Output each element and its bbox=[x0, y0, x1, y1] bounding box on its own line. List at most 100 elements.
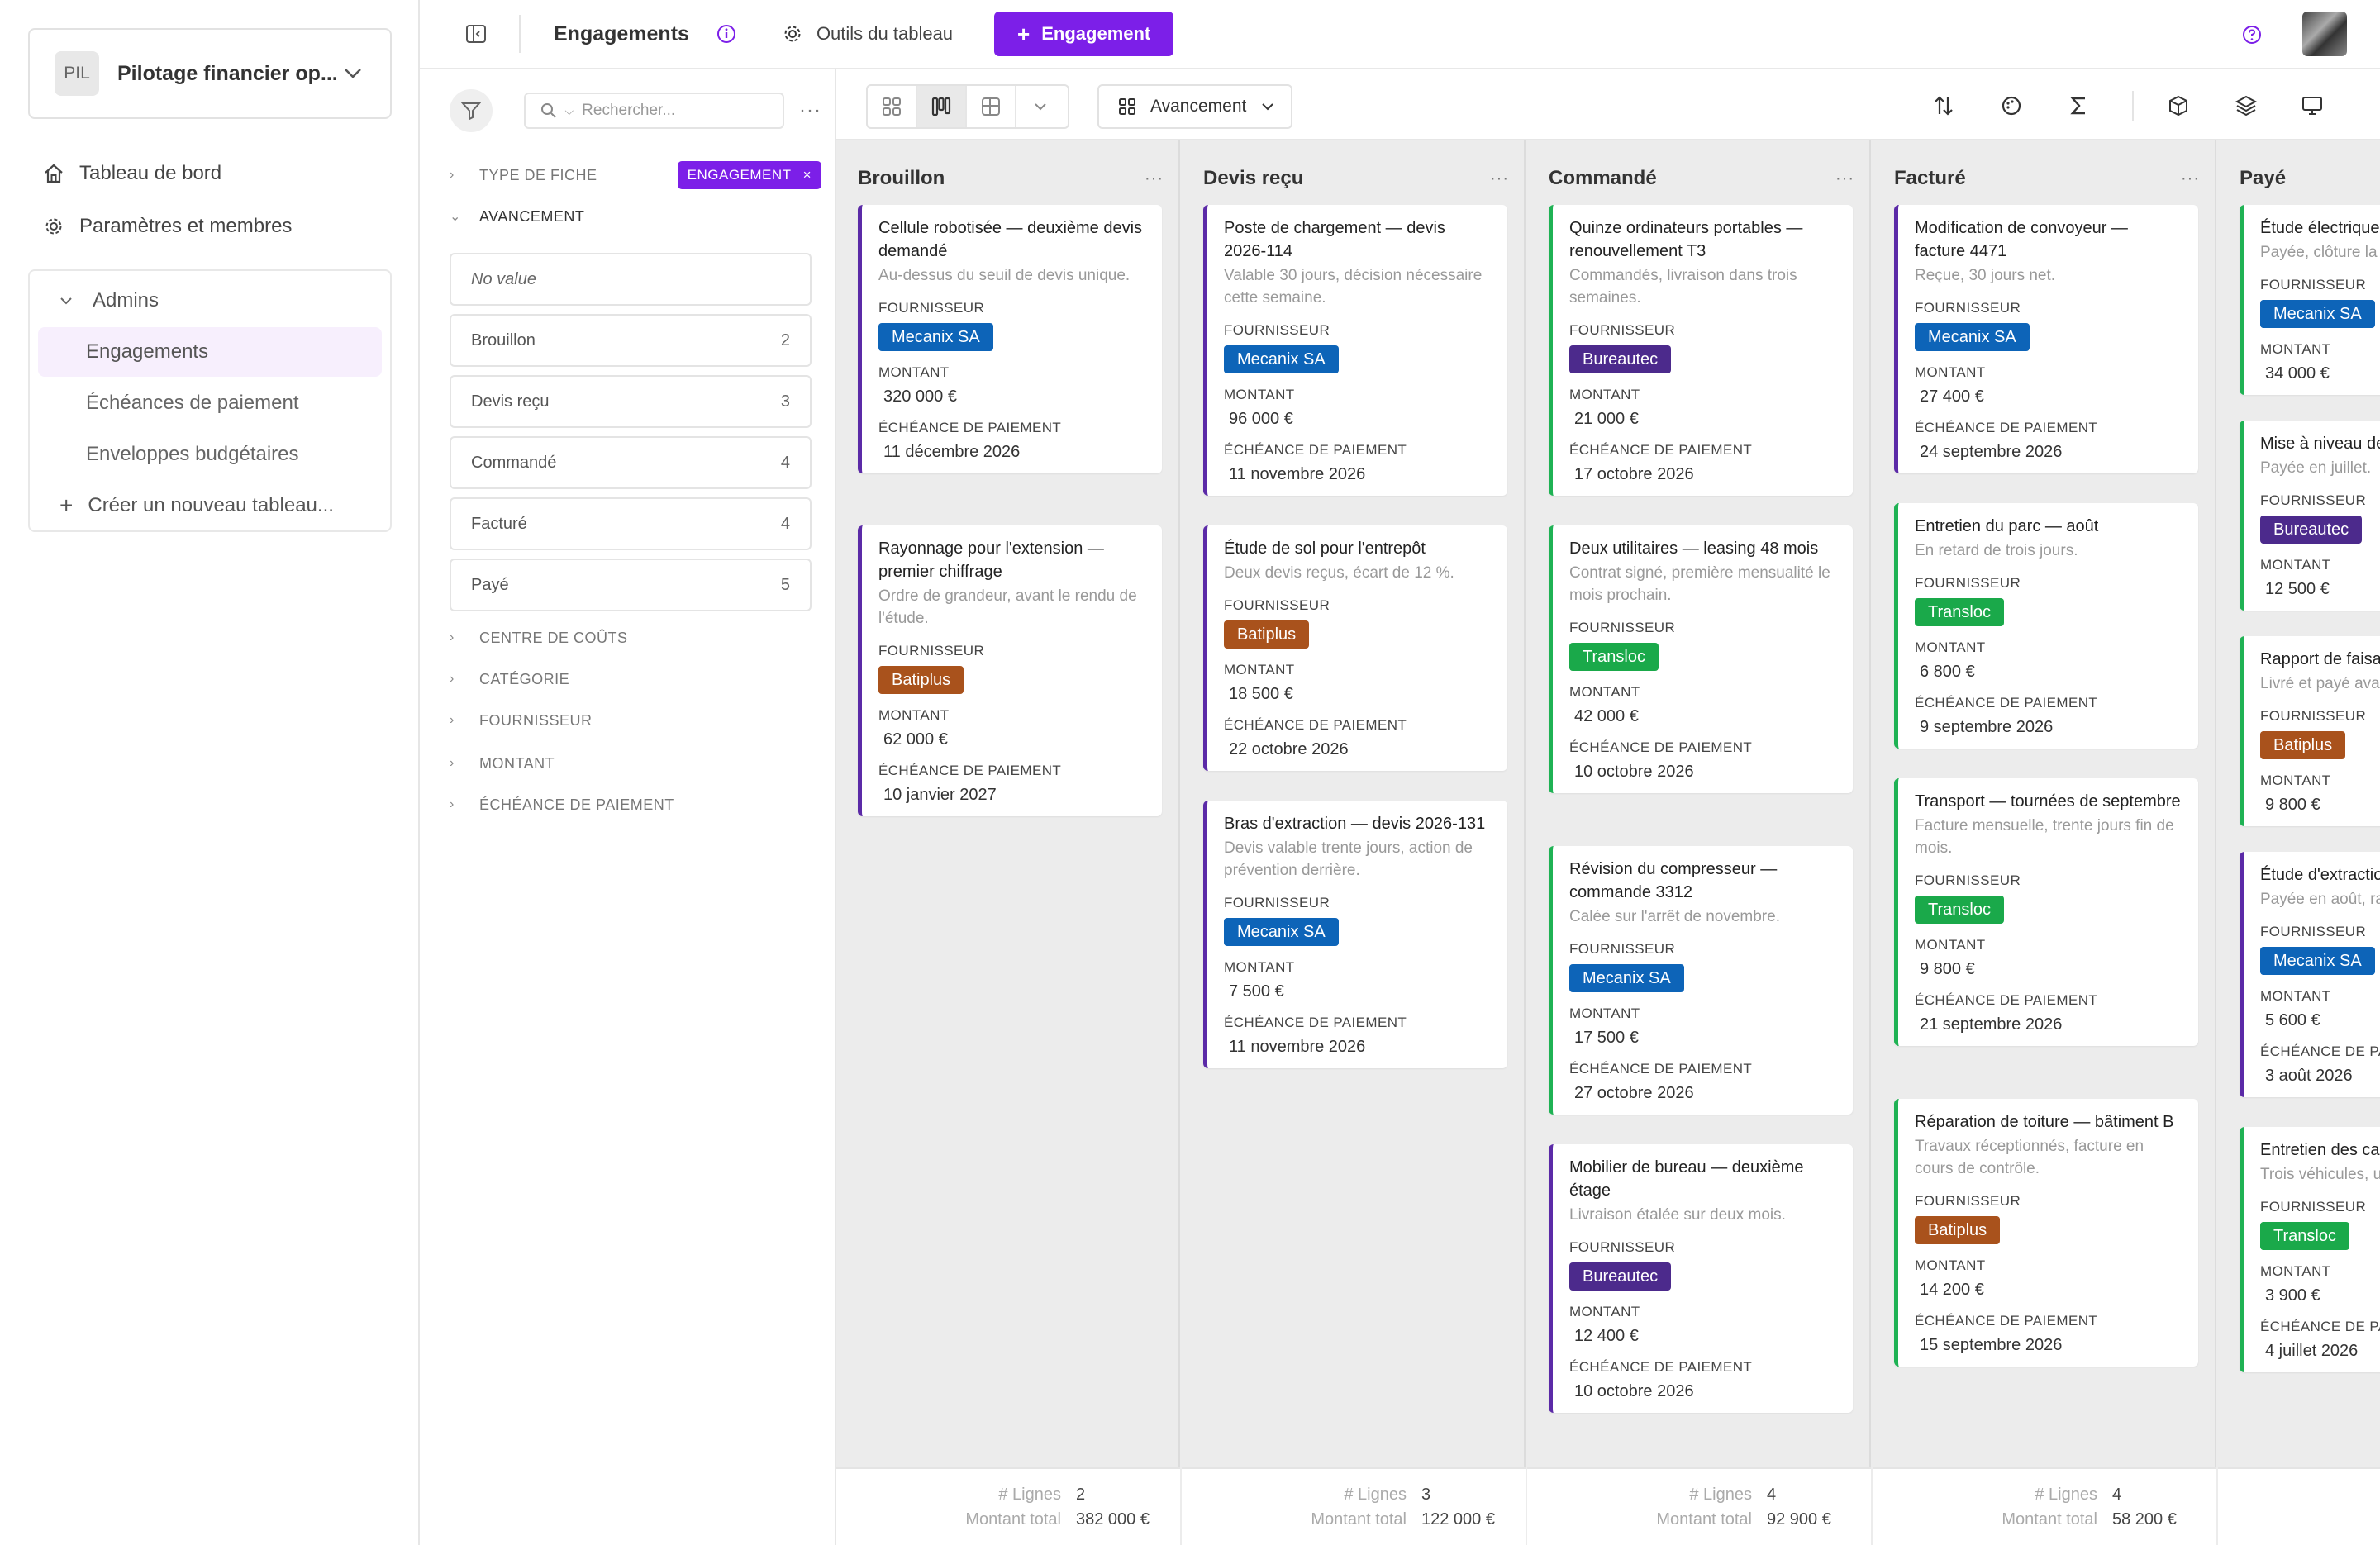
engagement-card[interactable]: Deux utilitaires — leasing 48 mois Contra… bbox=[1549, 525, 1853, 793]
engagement-card[interactable]: Quinze ordinateurs portables — renouvell… bbox=[1549, 205, 1853, 496]
filter-button[interactable] bbox=[450, 89, 493, 132]
divider bbox=[519, 15, 521, 53]
help-icon[interactable] bbox=[2240, 22, 2264, 47]
filter-option-facture[interactable]: Facturé 4 bbox=[450, 497, 812, 550]
table-view-button[interactable] bbox=[967, 86, 1016, 127]
filter-section-centre[interactable]: › CENTRE DE COÛTS bbox=[450, 621, 821, 654]
board-tools-button[interactable]: Outils du tableau bbox=[782, 23, 953, 45]
filter-section-avancement[interactable]: ⌄ AVANCEMENT bbox=[450, 200, 821, 233]
filter-section-type[interactable]: › TYPE DE FICHE ENGAGEMENT × bbox=[450, 159, 821, 192]
field-label: MONTANT bbox=[1915, 639, 1986, 655]
field-label: MONTANT bbox=[1915, 364, 1986, 380]
due-date-value: 10 octobre 2026 bbox=[1574, 763, 1694, 781]
card-description: Au-dessus du seuil de devis unique. bbox=[878, 267, 1130, 284]
engagement-card[interactable]: Cellule robotisée — deuxième devis deman… bbox=[858, 205, 1162, 473]
sidebar-item-dashboard[interactable]: Tableau de bord bbox=[28, 147, 392, 200]
more-options-icon[interactable]: ··· bbox=[1490, 169, 1509, 188]
chip-label: ENGAGEMENT bbox=[687, 167, 792, 183]
amount-value: 9 800 € bbox=[1920, 960, 1975, 978]
sidebar-item-settings[interactable]: Paramètres et membres bbox=[28, 200, 392, 253]
user-avatar[interactable] bbox=[2302, 12, 2347, 56]
filter-option-devis-recu[interactable]: Devis reçu 3 bbox=[450, 375, 812, 428]
engagement-card[interactable]: Bras d'extraction — devis 2026-131 Devis … bbox=[1203, 801, 1507, 1068]
kanban-view-button[interactable] bbox=[917, 86, 967, 127]
engagement-card[interactable]: Mise à niveau de Payée en juillet. FOURNIS… bbox=[2240, 421, 2380, 611]
more-options-icon[interactable]: ··· bbox=[1145, 169, 1164, 188]
home-icon bbox=[41, 161, 66, 186]
amount-value: 9 800 € bbox=[2265, 796, 2320, 814]
supplier-badge: Mecanix SA bbox=[1569, 964, 1684, 992]
view-options-dropdown[interactable] bbox=[1016, 86, 1064, 127]
layers-icon[interactable] bbox=[2231, 91, 2261, 121]
amount-value: 6 800 € bbox=[1920, 663, 1975, 681]
type-filter-chip[interactable]: ENGAGEMENT × bbox=[677, 161, 821, 189]
engagement-card[interactable]: Étude d'extractio Payée en août, ra FOURNI… bbox=[2240, 852, 2380, 1097]
create-board-button[interactable]: + Créer un nouveau tableau... bbox=[38, 481, 382, 530]
search-placeholder: Rechercher... bbox=[582, 102, 676, 119]
engagement-card[interactable]: Entretien des ca premier semestr Trois vé… bbox=[2240, 1127, 2380, 1372]
more-options-icon[interactable]: ··· bbox=[799, 99, 821, 122]
sidebar-item-engagements[interactable]: Engagements bbox=[38, 327, 382, 377]
sidebar-toggle-button[interactable] bbox=[451, 9, 501, 59]
cube-icon[interactable] bbox=[2163, 91, 2193, 121]
column-footer: # Lignes 4 Montant total 58 200 € bbox=[1873, 1467, 2216, 1545]
engagement-card[interactable]: Rapport de faisa Livré et payé ava FOURNIS… bbox=[2240, 636, 2380, 826]
sigma-icon[interactable] bbox=[2064, 91, 2094, 121]
engagement-card[interactable]: Transport — tournées de septembre Facture… bbox=[1894, 778, 2198, 1046]
field-label: ÉCHÉANCE DE PAIEMENT bbox=[1569, 442, 1753, 458]
option-label: Devis reçu bbox=[471, 392, 550, 411]
engagement-card[interactable]: Mobilier de bureau — deuxième étage Livra… bbox=[1549, 1144, 1853, 1413]
group-toggle[interactable]: Admins bbox=[38, 276, 382, 326]
option-label: Commandé bbox=[471, 453, 557, 472]
sidebar-item-enveloppes[interactable]: Enveloppes budgétaires bbox=[38, 430, 382, 479]
engagement-card[interactable]: Révision du compresseur — commande 3312 C… bbox=[1549, 846, 1853, 1115]
workspace-switcher[interactable]: PIL Pilotage financier op... bbox=[28, 28, 392, 119]
card-description: Reçue, 30 jours net. bbox=[1915, 267, 2056, 284]
grid-icon bbox=[1117, 97, 1137, 116]
due-date-value: 9 septembre 2026 bbox=[1920, 718, 2054, 736]
due-date-value: 15 septembre 2026 bbox=[1920, 1336, 2063, 1354]
new-engagement-button[interactable]: + Engagement bbox=[994, 12, 1174, 56]
filter-option-brouillon[interactable]: Brouillon 2 bbox=[450, 314, 812, 367]
card-title: Bras d'extraction — devis 2026-131 bbox=[1224, 815, 1486, 833]
group-by-select[interactable]: Avancement bbox=[1097, 84, 1292, 129]
filter-section-echeance[interactable]: › ÉCHÉANCE DE PAIEMENT bbox=[450, 788, 821, 821]
filter-option-no-value[interactable]: No value bbox=[450, 253, 812, 306]
engagement-card[interactable]: Entretien du parc — août En retard de tro… bbox=[1894, 503, 2198, 749]
supplier-badge: Mecanix SA bbox=[2260, 947, 2375, 975]
field-label: FOURNISSEUR bbox=[2260, 277, 2367, 292]
field-label: MONTANT bbox=[878, 707, 950, 723]
field-label: FOURNISSEUR bbox=[1224, 322, 1330, 338]
info-icon[interactable] bbox=[714, 21, 739, 46]
filter-section-montant[interactable]: › MONTANT bbox=[450, 747, 821, 780]
supplier-badge: Mecanix SA bbox=[878, 323, 993, 351]
engagement-card[interactable]: Poste de chargement — devis 2026-114 Vala… bbox=[1203, 205, 1507, 496]
filter-section-fournisseur[interactable]: › FOURNISSEUR bbox=[450, 704, 821, 737]
monitor-icon[interactable] bbox=[2297, 91, 2327, 121]
app-root: PIL Pilotage financier op... Tableau de … bbox=[0, 0, 2380, 1545]
more-options-icon[interactable]: ··· bbox=[1835, 169, 1854, 188]
grid-view-button[interactable] bbox=[868, 86, 917, 127]
engagement-card[interactable]: Rayonnage pour l'extension — premier chi… bbox=[858, 525, 1162, 816]
engagement-card[interactable]: Réparation de toiture — bâtiment B Travau… bbox=[1894, 1099, 2198, 1367]
filter-option-paye[interactable]: Payé 5 bbox=[450, 559, 812, 611]
row-count: # Lignes 3 bbox=[1344, 1486, 1504, 1505]
engagement-card[interactable]: Modification de convoyeur — facture 4471… bbox=[1894, 205, 2198, 473]
sort-icon[interactable] bbox=[1929, 91, 1959, 121]
card-title: Poste de chargement — devis 2026-114 bbox=[1224, 219, 1445, 260]
close-icon[interactable]: × bbox=[803, 167, 812, 183]
due-date-value: 22 octobre 2026 bbox=[1229, 740, 1349, 758]
filter-section-categorie[interactable]: › CATÉGORIE bbox=[450, 663, 821, 696]
search-input[interactable]: ⌵ Rechercher... bbox=[523, 93, 785, 129]
card-title: Rapport de faisa bbox=[2260, 650, 2380, 668]
engagement-card[interactable]: Étude de sol pour l'entrepôt Deux devis r… bbox=[1203, 525, 1507, 771]
filter-option-commande[interactable]: Commandé 4 bbox=[450, 436, 812, 489]
sidebar-item-echeances[interactable]: Échéances de paiement bbox=[38, 378, 382, 428]
engagement-card[interactable]: Étude électrique Payée, clôture la FOURNIS… bbox=[2240, 205, 2380, 395]
field-label: FOURNISSEUR bbox=[1569, 941, 1676, 957]
palette-icon[interactable] bbox=[1997, 91, 2026, 121]
chevron-right-icon: › bbox=[450, 756, 455, 770]
due-date-value: 10 octobre 2026 bbox=[1574, 1382, 1694, 1400]
column-header: Commandé ··· bbox=[1549, 162, 1854, 195]
more-options-icon[interactable]: ··· bbox=[2181, 169, 2200, 188]
